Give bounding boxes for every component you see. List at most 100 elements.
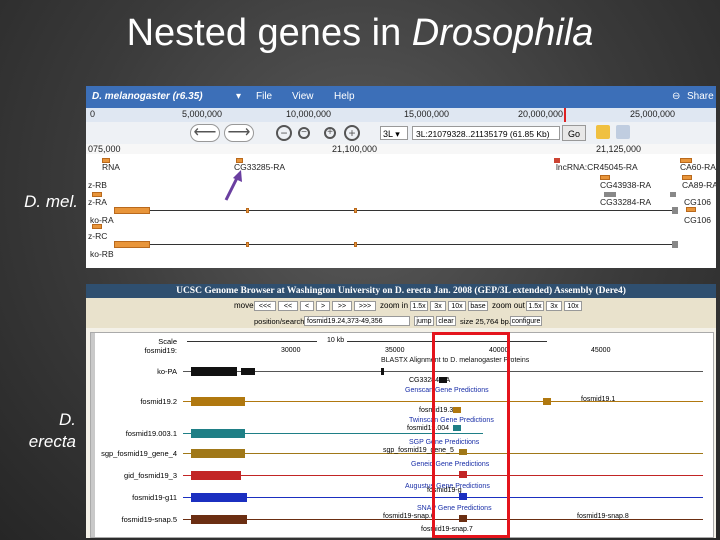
feature-label-cg10a: CG106 bbox=[684, 197, 711, 207]
move-button[interactable]: << bbox=[278, 301, 298, 311]
axis-tick: 35000 bbox=[385, 347, 405, 354]
feature-z-rc-exon[interactable] bbox=[92, 224, 102, 229]
chrom-select[interactable]: 3L ▾ bbox=[380, 126, 408, 140]
share-button[interactable]: Share bbox=[687, 91, 714, 102]
overview-tick: 15,000,000 bbox=[404, 109, 450, 119]
track-exon-ko-pa bbox=[381, 368, 384, 375]
menu-help[interactable]: Help bbox=[334, 91, 355, 102]
track-name-fosmid19-2: fosmid19.2 bbox=[140, 397, 177, 406]
menu-file[interactable]: File bbox=[256, 91, 272, 102]
ko-rb-end bbox=[672, 241, 678, 248]
pan-left-icon[interactable]: ⟵ bbox=[190, 124, 220, 142]
feature-cg10a-exon[interactable] bbox=[670, 192, 676, 197]
pointer-arrow-icon bbox=[224, 170, 242, 201]
jbrowse-toolbar: ⟵ ⟶ − − + + 3L ▾ 3L:21079328..21135179 (… bbox=[86, 122, 716, 145]
dataset-selector[interactable]: D. melanogaster (r6.35) bbox=[92, 91, 203, 102]
size-text: size 25,764 bp. bbox=[460, 317, 511, 326]
ko-rb-exon[interactable] bbox=[114, 241, 150, 248]
axis-tick: 30000 bbox=[281, 347, 301, 354]
genscan-right-label: fosmid19.1 bbox=[581, 396, 616, 403]
overview-tick: 10,000,000 bbox=[286, 109, 332, 119]
feature-label-cg43938: CG43938-RA bbox=[600, 180, 652, 190]
zoom-in-small-icon[interactable]: + bbox=[324, 127, 336, 139]
track-name-sgp: sgp_fosmid19_gene_4 bbox=[101, 449, 177, 458]
move-button[interactable]: > bbox=[316, 301, 330, 311]
ko-rb-exon[interactable] bbox=[354, 242, 357, 247]
move-button[interactable]: >> bbox=[332, 301, 352, 311]
title-italic: Drosophila bbox=[411, 12, 594, 54]
track-exon-sgp bbox=[191, 449, 245, 458]
ucsc-panel: UCSC Genome Browser at Washington Univer… bbox=[86, 284, 716, 538]
zoom-in-button[interactable]: 3x bbox=[430, 301, 446, 311]
overview-bar[interactable]: 0 5,000,000 10,000,000 15,000,000 20,000… bbox=[86, 108, 716, 123]
feature-cg10b[interactable] bbox=[686, 207, 696, 212]
feature-label-z-ra: z-RA bbox=[88, 197, 107, 207]
ko-ra-end bbox=[672, 207, 678, 214]
position-label: position/search bbox=[254, 317, 305, 326]
move-button[interactable]: <<< bbox=[254, 301, 276, 311]
ko-rb-exon[interactable] bbox=[246, 242, 249, 247]
zoom-out-small-icon[interactable]: − bbox=[298, 127, 310, 139]
chevron-down-icon[interactable]: ▾ bbox=[236, 91, 241, 102]
go-button[interactable]: Go bbox=[562, 125, 586, 141]
track-exon-ko-pa bbox=[191, 367, 237, 376]
zoom-in-button[interactable]: 1.5x bbox=[410, 301, 428, 311]
share-icon[interactable]: ⊖ bbox=[672, 91, 680, 102]
zoom-in-large-icon[interactable]: + bbox=[344, 125, 360, 141]
feature-label-cg33284: CG33284-RA bbox=[600, 197, 652, 207]
menu-view[interactable]: View bbox=[292, 91, 314, 102]
ko-ra-exon[interactable] bbox=[246, 208, 249, 213]
overview-tick: 5,000,000 bbox=[182, 109, 223, 119]
jbrowse-panel: D. melanogaster (r6.35) ▾ File View Help… bbox=[86, 86, 716, 268]
zoom-in-button[interactable]: 10x bbox=[448, 301, 466, 311]
ucsc-title: UCSC Genome Browser at Washington Univer… bbox=[86, 284, 716, 298]
configure-button[interactable]: configure bbox=[510, 316, 542, 326]
overview-tick: 20,000,000 bbox=[518, 109, 564, 119]
position-input[interactable]: fosmid19.24,373-49,356 bbox=[304, 316, 410, 326]
feature-label-z-rb: z-RB bbox=[88, 180, 107, 190]
axis-tick: 45000 bbox=[591, 347, 611, 354]
track-exon-geneid bbox=[191, 471, 241, 480]
track-exon-augustus bbox=[191, 493, 247, 502]
zoom-out-button[interactable]: 10x bbox=[564, 301, 582, 311]
ko-ra-exon[interactable] bbox=[114, 207, 150, 214]
feature-label-rna: RNA bbox=[102, 162, 120, 172]
gene-track: RNA CG33285-RA lncRNA:CR45045-RA CA60-RA… bbox=[86, 154, 716, 268]
pan-right-icon[interactable]: ⟶ bbox=[224, 124, 254, 142]
label-erecta-1: D. bbox=[59, 410, 76, 429]
track-name-geneid: gid_fosmid19_3 bbox=[124, 471, 177, 480]
ko-ra-intron-line bbox=[116, 210, 676, 211]
track-control-bar[interactable] bbox=[91, 333, 95, 537]
move-button[interactable]: >>> bbox=[354, 301, 376, 311]
slide-title: Nested genes in Drosophila bbox=[0, 12, 720, 55]
location-input[interactable]: 3L:21079328..21135179 (61.85 Kb) bbox=[412, 126, 560, 140]
scale-label: Scale bbox=[158, 337, 177, 346]
zoom-out-button[interactable]: 1.5x bbox=[526, 301, 544, 311]
track-name-ko-pa: ko-PA bbox=[157, 367, 177, 376]
zoom-out-large-icon[interactable]: − bbox=[276, 125, 292, 141]
track-list-icon[interactable] bbox=[616, 125, 630, 139]
feature-label-cg10b: CG106 bbox=[684, 215, 711, 225]
track-exon-ko-pa bbox=[241, 368, 255, 375]
clear-button[interactable]: clear bbox=[436, 316, 456, 326]
zoom-in-button[interactable]: base bbox=[468, 301, 488, 311]
track-exon-genscan bbox=[191, 397, 245, 406]
highlight-icon[interactable] bbox=[596, 125, 610, 139]
track-name-augustus: fosmid19-g11 bbox=[132, 493, 177, 502]
feature-label-z-rc: z-RC bbox=[88, 231, 108, 241]
snap-feature: fosmid19-snap.6 bbox=[383, 513, 435, 520]
zoom-out-button[interactable]: 3x bbox=[546, 301, 562, 311]
chrom-label: fosmid19: bbox=[144, 346, 177, 355]
ko-ra-exon[interactable] bbox=[354, 208, 357, 213]
jump-button[interactable]: jump bbox=[414, 316, 434, 326]
overview-tick: 25,000,000 bbox=[630, 109, 676, 119]
track-name-snap: fosmid19-snap.5 bbox=[121, 515, 177, 524]
chrom-value: 3L bbox=[383, 129, 393, 139]
ucsc-track-image[interactable]: Scale fosmid19: 10 kb 30000 35000 40000 … bbox=[90, 332, 714, 538]
overview-position-marker bbox=[564, 108, 566, 122]
ucsc-nav: move <<< << < > >> >>> zoom in 1.5x 3x 1… bbox=[86, 298, 716, 314]
move-button[interactable]: < bbox=[300, 301, 314, 311]
track-exon-snap bbox=[191, 515, 247, 524]
overview-tick: 0 bbox=[90, 109, 96, 119]
ruler-tick: 075,000 bbox=[88, 144, 121, 154]
